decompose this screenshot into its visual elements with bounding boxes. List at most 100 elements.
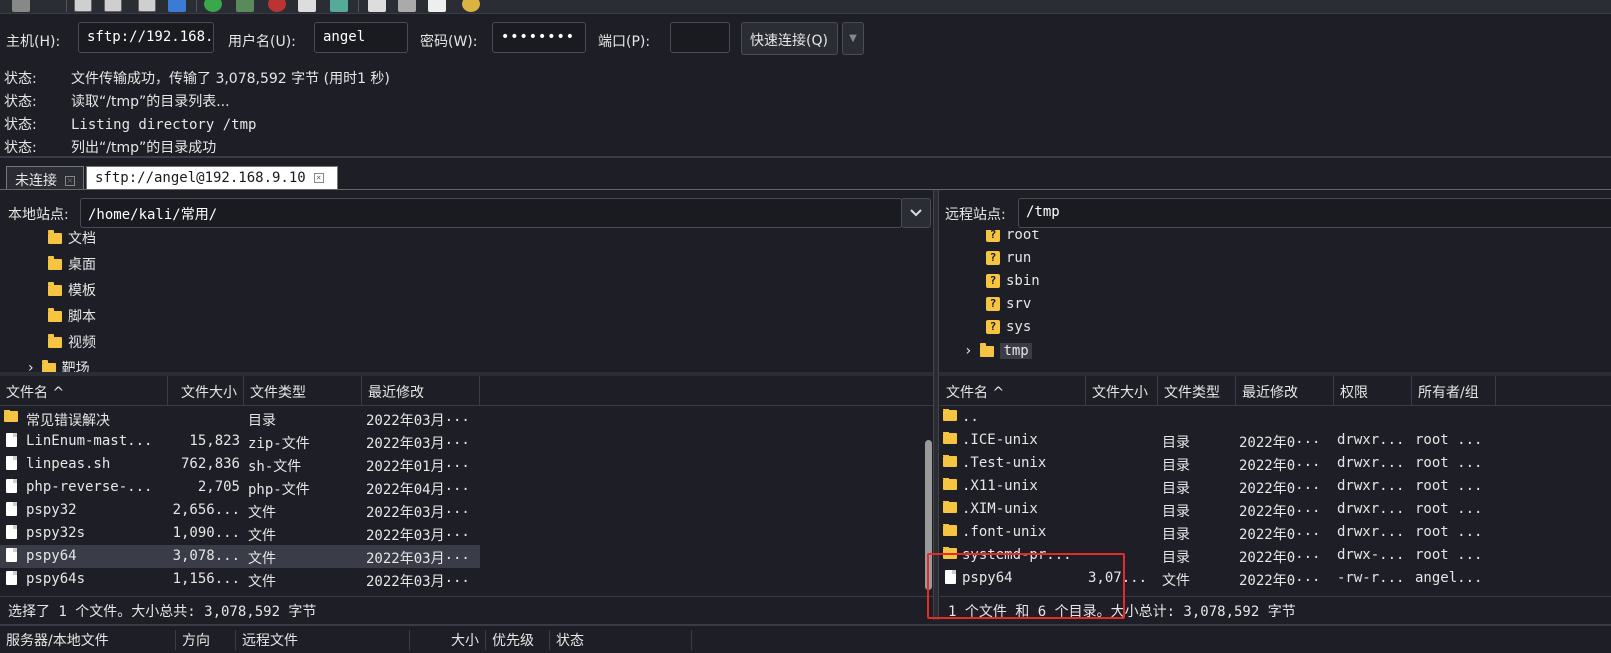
quickconnect-button[interactable]: 快速连接(Q) [741,22,838,55]
file-type: sh-文件 [248,459,302,475]
folder-icon [48,281,62,296]
toggle-remote-tree-icon[interactable] [138,0,156,12]
column-header-type[interactable]: 文件类型 [244,376,362,406]
queue-column-size[interactable]: 大小 [410,630,486,650]
file-size: 2,705 [197,479,240,495]
password-input[interactable]: •••••••• [492,22,586,53]
tree-item[interactable]: 模板 [48,279,96,301]
unknown-folder-icon: ? [986,297,1000,311]
queue-column-status[interactable]: 状态 [550,630,692,650]
log-text: 列出“/tmp”的目录成功 [71,140,217,156]
column-header-filename[interactable]: 文件名 ^ [0,376,168,406]
username-input[interactable]: angel [314,22,408,53]
file-modified: 2022年0··· [1239,527,1321,543]
tab-not-connected[interactable]: 未连接 × [6,166,84,190]
tree-item[interactable]: ? sbin [986,270,1040,292]
remote-path-input[interactable]: /tmp [1018,198,1611,228]
tab-label: sftp://angel@192.168.9.10 [95,170,306,186]
list-item[interactable]: .. [940,406,1611,429]
file-modified: 2022年0··· [1239,550,1321,566]
column-header-modified[interactable]: 最近修改 [1236,376,1334,406]
local-path-input[interactable]: /home/kali/常用/ [80,198,902,228]
toggle-tree-icon[interactable] [104,0,122,12]
log-text: Listing directory /tmp [71,117,257,133]
port-input[interactable] [670,22,730,53]
list-item[interactable]: pspy32 2,656... 文件 2022年03月··· [0,499,480,522]
cancel-icon[interactable] [268,0,286,12]
log-tag: 状态: [4,140,37,156]
queue-column-direction[interactable]: 方向 [176,630,236,650]
column-header-modified[interactable]: 最近修改 [362,376,480,406]
file-permissions: drwxr... [1337,432,1405,448]
column-header-owner[interactable]: 所有者/组 [1412,376,1496,406]
file-owner: root ... [1415,524,1483,540]
chevron-right-icon[interactable]: › [964,343,972,359]
tab-sftp-session[interactable]: sftp://angel@192.168.9.10 × [86,166,338,190]
file-type: 文件 [248,528,276,544]
toggle-log-icon[interactable] [74,0,92,12]
unknown-folder-icon: ? [986,230,1000,242]
tree-item[interactable]: ? srv [986,293,1031,315]
toggle-queue-icon[interactable] [168,0,186,12]
list-item[interactable]: .Test-unix 目录 2022年0··· drwxr... root ..… [940,452,1611,475]
queue-column-priority[interactable]: 优先级 [486,630,550,650]
sync-icon[interactable] [428,0,446,12]
tree-item[interactable]: ? root [986,230,1040,246]
tree-item[interactable]: ? sys [986,316,1031,338]
refresh-icon[interactable] [204,0,222,12]
disconnect-icon[interactable] [298,0,316,12]
file-name: php-reverse-... [26,479,153,495]
list-item[interactable]: pspy32s 1,090... 文件 2022年03月··· [0,522,480,545]
reconnect-icon[interactable] [330,0,348,12]
site-manager-icon[interactable] [12,0,30,12]
tree-item-label: run [1006,250,1032,266]
tree-item-label: 模板 [68,283,96,299]
tree-item[interactable]: 视频 [48,331,96,353]
queue-column-local-file[interactable]: 服务器/本地文件 [0,630,176,650]
remote-site-label: 远程站点: [945,207,1006,223]
list-item[interactable]: .X11-unix 目录 2022年0··· drwxr... root ... [940,475,1611,498]
list-item[interactable]: 常见错误解决 目录 2022年03月··· [0,407,480,430]
column-header-filename[interactable]: 文件名 ^ [940,376,1086,406]
list-item-selected[interactable]: pspy64 3,078... 文件 2022年03月··· [0,545,480,568]
chevron-right-icon[interactable]: › [28,360,34,372]
host-input[interactable]: sftp://192.168.9.10 [78,22,214,53]
tree-item-label: tmp [1000,343,1032,359]
file-type: 目录 [1162,435,1190,451]
list-item[interactable]: pspy64s 1,156... 文件 2022年03月··· [0,568,480,591]
tree-item[interactable]: 文档 [48,230,96,249]
file-permissions: -rw-r... [1337,570,1405,586]
file-modified: 2022年03月··· [366,413,470,429]
file-name: pspy64s [26,571,86,587]
column-header-size[interactable]: 文件大小 [1086,376,1158,406]
close-icon[interactable]: × [65,176,75,186]
list-item[interactable]: php-reverse-... 2,705 php-文件 2022年04月··· [0,476,480,499]
chevron-down-icon[interactable] [901,198,931,228]
tree-item[interactable]: › 靶场 [28,357,90,372]
list-item[interactable]: linpeas.sh 762,836 sh-文件 2022年01月··· [0,453,480,476]
column-header-permissions[interactable]: 权限 [1334,376,1412,406]
list-item[interactable]: .XIM-unix 目录 2022年0··· drwxr... root ... [940,498,1611,521]
folder-icon [943,478,963,494]
list-item[interactable]: LinEnum-mast... 15,823 zip-文件 2022年03月··… [0,430,480,453]
compare-icon[interactable] [398,0,416,12]
file-type: 目录 [1162,481,1190,497]
search-icon[interactable] [462,0,480,12]
column-header-type[interactable]: 文件类型 [1158,376,1236,406]
column-header-size[interactable]: 文件大小 [168,376,244,406]
tree-item[interactable]: 桌面 [48,253,96,275]
queue-column-remote-file[interactable]: 远程文件 [236,630,410,650]
list-item[interactable]: .font-unix 目录 2022年0··· drwxr... root ..… [940,521,1611,544]
quickconnect-dropdown-icon[interactable]: ▼ [842,22,864,55]
file-size: 1,156... [172,571,240,587]
close-icon[interactable]: × [313,173,324,183]
tree-item-label: 桌面 [68,257,96,273]
tree-item[interactable]: 脚本 [48,305,96,327]
log-text: 文件传输成功，传输了 3,078,592 字节 (用时1 秒) [71,71,390,87]
filter-icon[interactable] [368,0,386,12]
list-item[interactable]: .ICE-unix 目录 2022年0··· drwxr... root ... [940,429,1611,452]
process-queue-icon[interactable] [236,0,254,12]
tree-item[interactable]: ? run [986,247,1031,269]
file-owner: angel... [1415,570,1483,586]
tree-item-selected[interactable]: › tmp [964,340,1032,362]
